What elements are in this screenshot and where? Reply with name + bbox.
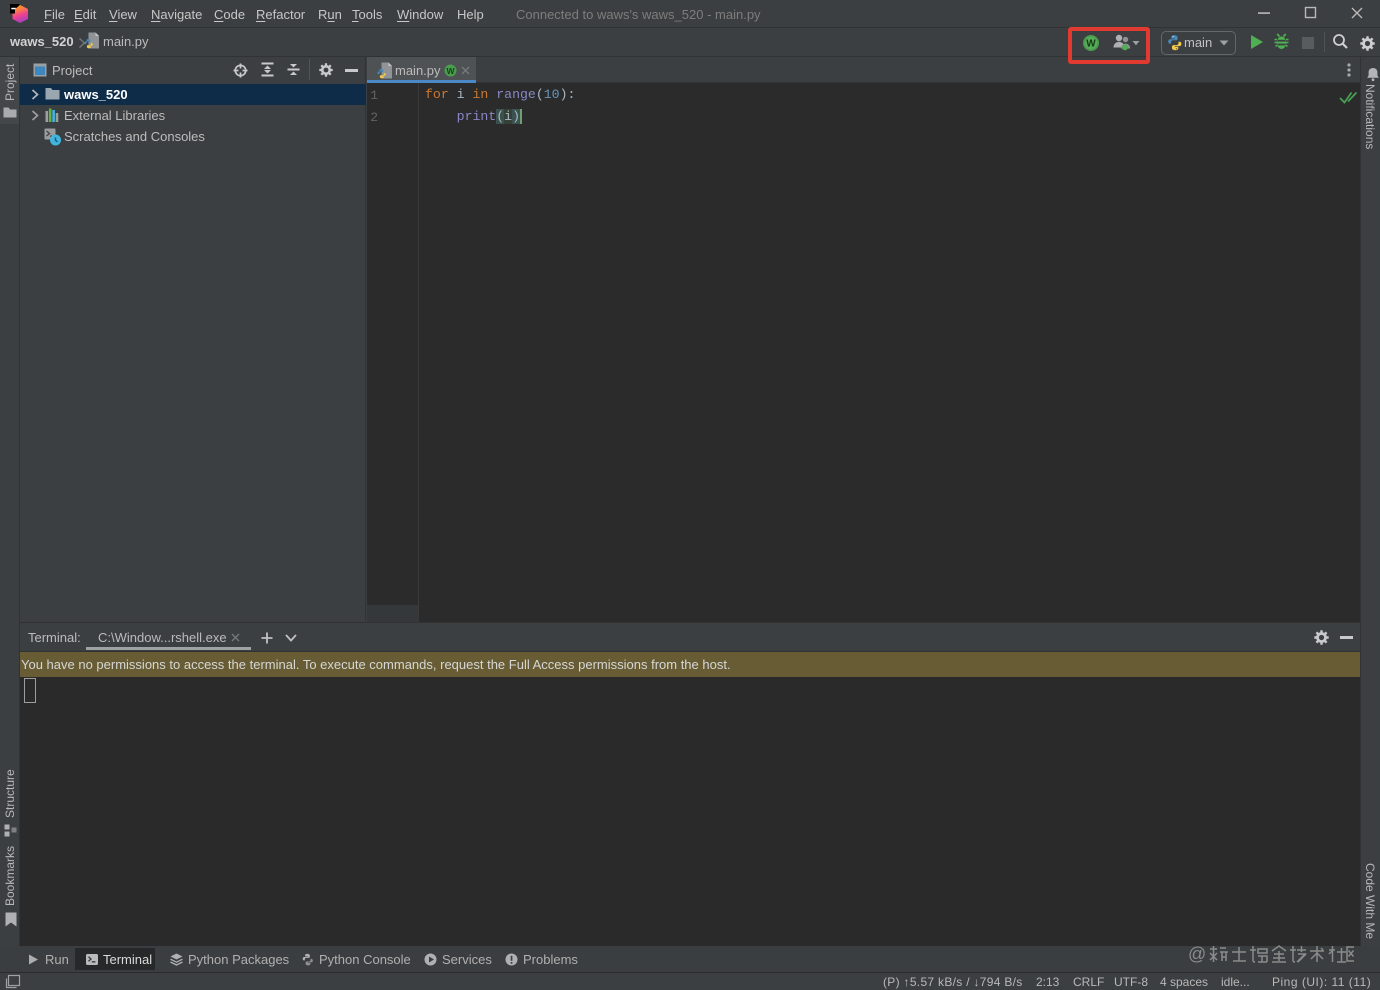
- svg-text:W: W: [446, 66, 455, 76]
- svg-text:@: @: [1188, 944, 1206, 964]
